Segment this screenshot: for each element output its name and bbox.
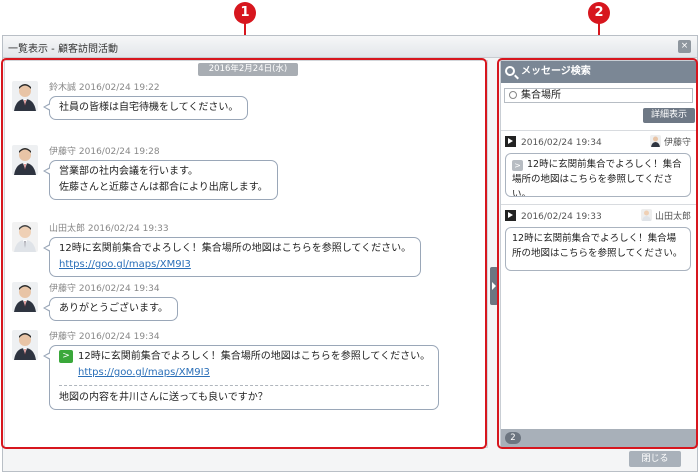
result-text: 12時に玄関前集合でよろしく！集合場所の地図はこちらを参照してください。 [512,159,682,197]
quote-divider [59,385,429,386]
avatar [640,209,652,221]
message-meta: 伊藤守 2016/02/24 19:28 [49,144,160,157]
map-link[interactable]: https://goo.gl/maps/XM9I3 [59,257,411,273]
result-time-text: 2016/02/24 19:33 [521,212,602,222]
message-meta: 伊藤守 2016/02/24 19:34 [49,281,160,294]
result-user: 伊藤守 [649,135,691,148]
message-text: 社員の皆様は自宅待機をしてください。 [59,102,239,113]
result-time-text: 2016/02/24 19:34 [521,138,602,148]
search-input-icon [509,91,517,99]
message-author: 鈴木誠 [49,83,77,93]
message-bubble: 12時に玄関前集合でよろしく！集合場所の地図はこちらを参照してください。 htt… [42,237,422,277]
message-meta: 山田太郎 2016/02/24 19:33 [49,221,169,234]
result-user: 山田太郎 [640,209,691,222]
search-result[interactable]: 2016/02/24 19:34 伊藤守 >12時に玄関前集合でよろしく！集合場… [501,130,696,204]
flag-icon [505,210,516,221]
screen: 1 2 一覧表示 - 顧客訪問活動 × 2016年2月24日(水) 鈴木誠 20… [0,0,700,474]
message-author: 伊藤守 [49,147,77,157]
search-pane: メッセージ検索 集合場所 詳細表示 2016/02/24 19:34 伊藤守 >… [500,60,697,448]
search-query: 集合場所 [521,90,561,101]
dialog-window: 一覧表示 - 顧客訪問活動 × 2016年2月24日(水) 鈴木誠 2016/0… [2,35,698,472]
message-meta: 伊藤守 2016/02/24 19:34 [49,329,160,342]
flag-icon [505,136,516,147]
message-author: 山田太郎 [49,224,86,234]
annotation-marker-1: 1 [234,2,256,24]
window-title: 一覧表示 - 顧客訪問活動 [8,44,118,55]
search-result[interactable]: 2016/02/24 19:33 山田太郎 12時に玄関前集合でよろしく！集合場… [501,204,696,278]
message-bubble: >12時に玄関前集合でよろしく！集合場所の地図はこちらを参照してください。 ht… [43,345,439,410]
message-bubble: ありがとうございます。 [43,297,178,321]
message-text: ありがとうございます。 [59,303,168,314]
message-author: 伊藤守 [49,284,77,294]
result-time: 2016/02/24 19:34 [505,136,602,148]
message-time: 2016/02/24 19:28 [78,147,160,157]
message-time: 2016/02/24 19:33 [87,224,169,234]
quote-text: 12時に玄関前集合でよろしく！集合場所の地図はこちらを参照してください。 [78,351,431,362]
result-count-badge: 2 [505,432,521,444]
message-text: 地図の内容を井川さんに送っても良いですか？ [59,392,268,403]
search-input[interactable]: 集合場所 [504,88,693,103]
title-bar: 一覧表示 - 顧客訪問活動 × [3,36,697,58]
avatar [12,145,38,175]
search-title: メッセージ検索 [521,66,591,77]
result-text-box: >12時に玄関前集合でよろしく！集合場所の地図はこちらを参照してください。 [505,153,691,197]
quote-icon: > [512,160,523,171]
result-time: 2016/02/24 19:33 [505,210,602,222]
detail-button[interactable]: 詳細表示 [643,108,695,123]
message-bubble: 営業部の社内会議を行います。 佐藤さんと近藤さんは都合により出席します。 [43,160,278,200]
avatar [12,222,38,252]
search-header: メッセージ検索 [501,61,696,83]
quoted-message[interactable]: >12時に玄関前集合でよろしく！集合場所の地図はこちらを参照してください。 [59,349,431,365]
message-text: 12時に玄関前集合でよろしく！集合場所の地図はこちらを参照してください。 [59,243,412,254]
message-time: 2016/02/24 19:34 [78,332,160,342]
result-text-box: 12時に玄関前集合でよろしく！集合場所の地図はこちらを参照してください。 [505,227,691,271]
avatar [12,282,38,312]
avatar [649,135,661,147]
avatar [12,330,38,360]
message-meta: 鈴木誠 2016/02/24 19:22 [49,80,160,93]
result-user-name: 伊藤守 [663,138,691,148]
result-text: 12時に玄関前集合でよろしく！集合場所の地図はこちらを参照してください。 [512,233,683,259]
avatar [12,81,38,111]
map-link[interactable]: https://goo.gl/maps/XM9I3 [59,365,429,381]
quote-icon: > [59,349,73,363]
search-icon [505,66,515,76]
chat-pane[interactable]: 2016年2月24日(水) 鈴木誠 2016/02/24 19:22 社員の皆様… [4,60,488,448]
message-time: 2016/02/24 19:22 [78,83,160,93]
message-text: 営業部の社内会議を行います。 [59,166,198,177]
message-author: 伊藤守 [49,332,77,342]
collapse-handle[interactable] [490,267,498,305]
result-user-name: 山田太郎 [654,212,691,222]
message-text: 佐藤さんと近藤さんは都合により出席します。 [59,182,268,193]
close-button[interactable]: 閉じる [629,451,681,467]
close-icon[interactable]: × [678,40,691,53]
date-separator: 2016年2月24日(水) [198,63,298,76]
search-footer: 2 [501,429,696,447]
annotation-marker-2: 2 [588,2,610,24]
message-time: 2016/02/24 19:34 [78,284,160,294]
message-bubble: 社員の皆様は自宅待機をしてください。 [42,96,249,120]
